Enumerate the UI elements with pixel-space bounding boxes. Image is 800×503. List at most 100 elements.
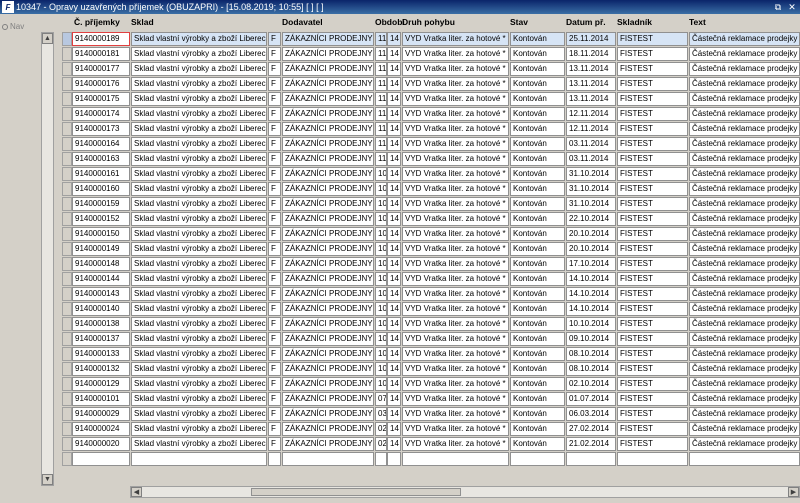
cell-supplier[interactable]: ZÁKAZNÍCI PRODEJNY xyxy=(282,287,374,301)
cell-text[interactable]: Částečná reklamace prodejky xyxy=(689,137,800,151)
vertical-scrollbar[interactable]: ▲ ▼ xyxy=(41,32,54,486)
cell-receipt-date[interactable]: 02.10.2014 xyxy=(566,377,616,391)
cell-warehouse[interactable]: Sklad vlastní výrobky a zboží Liberec xyxy=(131,137,267,151)
cell-receipt-number[interactable]: 9140000189 xyxy=(72,32,130,46)
cell-status[interactable]: Kontován xyxy=(510,272,565,286)
cell-warehouse[interactable]: Sklad vlastní výrobky a zboží Liberec xyxy=(131,167,267,181)
cell-status[interactable]: Kontován xyxy=(510,362,565,376)
cell-period-month[interactable]: 10 xyxy=(375,197,387,211)
cell-movement-type[interactable]: VYD Vratka liter. za hotové * xyxy=(402,422,509,436)
cell-storekeeper[interactable]: FISTEST xyxy=(617,392,688,406)
cell-period-year[interactable]: 14 xyxy=(387,152,401,166)
cell-status[interactable]: Kontován xyxy=(510,347,565,361)
cell-receipt-date[interactable]: 20.10.2014 xyxy=(566,227,616,241)
cell-warehouse-flag[interactable]: F xyxy=(268,47,281,61)
cell-status[interactable]: Kontován xyxy=(510,302,565,316)
cell-supplier[interactable]: ZÁKAZNÍCI PRODEJNY xyxy=(282,317,374,331)
row-selector[interactable] xyxy=(62,77,72,91)
cell-period-month[interactable]: 10 xyxy=(375,182,387,196)
cell-storekeeper[interactable]: FISTEST xyxy=(617,122,688,136)
cell-warehouse[interactable]: Sklad vlastní výrobky a zboží Liberec xyxy=(131,437,267,451)
cell-supplier[interactable]: ZÁKAZNÍCI PRODEJNY xyxy=(282,152,374,166)
close-button[interactable]: ✕ xyxy=(786,1,798,13)
cell-period-year[interactable]: 14 xyxy=(387,272,401,286)
cell-receipt-number[interactable]: 9140000164 xyxy=(72,137,130,151)
cell-movement-type[interactable]: VYD Vratka liter. za hotové * xyxy=(402,197,509,211)
table-row[interactable]: 9140000189 Sklad vlastní výrobky a zboží … xyxy=(72,32,800,47)
cell-receipt-date[interactable]: 10.10.2014 xyxy=(566,317,616,331)
cell-text[interactable]: Částečná reklamace prodejky xyxy=(689,47,800,61)
row-selector[interactable] xyxy=(62,302,72,316)
cell-status[interactable] xyxy=(510,452,565,466)
cell-movement-type[interactable]: VYD Vratka liter. za hotové * xyxy=(402,167,509,181)
cell-receipt-date[interactable]: 08.10.2014 xyxy=(566,347,616,361)
cell-status[interactable]: Kontován xyxy=(510,77,565,91)
cell-warehouse-flag[interactable]: F xyxy=(268,332,281,346)
scroll-down-button[interactable]: ▼ xyxy=(42,474,53,485)
cell-receipt-number[interactable]: 9140000132 xyxy=(72,362,130,376)
cell-status[interactable]: Kontován xyxy=(510,242,565,256)
cell-warehouse-flag[interactable]: F xyxy=(268,152,281,166)
cell-text[interactable]: Částečná reklamace prodejky xyxy=(689,287,800,301)
cell-receipt-date[interactable]: 08.10.2014 xyxy=(566,362,616,376)
cell-receipt-number[interactable]: 9140000140 xyxy=(72,302,130,316)
cell-supplier[interactable]: ZÁKAZNÍCI PRODEJNY xyxy=(282,92,374,106)
table-row[interactable]: 9140000143 Sklad vlastní výrobky a zboží … xyxy=(72,287,800,302)
row-selector[interactable] xyxy=(62,182,72,196)
cell-storekeeper[interactable]: FISTEST xyxy=(617,197,688,211)
column-header-text[interactable]: Text xyxy=(689,17,706,27)
cell-warehouse[interactable]: Sklad vlastní výrobky a zboží Liberec xyxy=(131,47,267,61)
cell-storekeeper[interactable]: FISTEST xyxy=(617,347,688,361)
table-row[interactable]: 9140000163 Sklad vlastní výrobky a zboží … xyxy=(72,152,800,167)
table-row[interactable]: 9140000149 Sklad vlastní výrobky a zboží … xyxy=(72,242,800,257)
cell-warehouse[interactable]: Sklad vlastní výrobky a zboží Liberec xyxy=(131,302,267,316)
cell-movement-type[interactable]: VYD Vratka liter. za hotové * xyxy=(402,92,509,106)
cell-text[interactable]: Částečná reklamace prodejky xyxy=(689,227,800,241)
cell-period-month[interactable]: 11 xyxy=(375,47,387,61)
row-selector[interactable] xyxy=(62,47,72,61)
table-row[interactable]: 9140000133 Sklad vlastní výrobky a zboží … xyxy=(72,347,800,362)
cell-supplier[interactable]: ZÁKAZNÍCI PRODEJNY xyxy=(282,32,374,46)
cell-receipt-date[interactable]: 25.11.2014 xyxy=(566,32,616,46)
cell-warehouse[interactable]: Sklad vlastní výrobky a zboží Liberec xyxy=(131,287,267,301)
cell-warehouse-flag[interactable]: F xyxy=(268,437,281,451)
cell-receipt-date[interactable]: 12.11.2014 xyxy=(566,107,616,121)
table-row[interactable]: 9140000137 Sklad vlastní výrobky a zboží … xyxy=(72,332,800,347)
cell-text[interactable]: Částečná reklamace prodejky xyxy=(689,317,800,331)
table-row[interactable]: 9140000161 Sklad vlastní výrobky a zboží … xyxy=(72,167,800,182)
cell-period-year[interactable]: 14 xyxy=(387,362,401,376)
cell-period-month[interactable] xyxy=(375,452,387,466)
cell-supplier[interactable]: ZÁKAZNÍCI PRODEJNY xyxy=(282,377,374,391)
cell-storekeeper[interactable]: FISTEST xyxy=(617,92,688,106)
cell-text[interactable]: Částečná reklamace prodejky xyxy=(689,242,800,256)
cell-text[interactable]: Částečná reklamace prodejky xyxy=(689,197,800,211)
cell-movement-type[interactable]: VYD Vratka liter. za hotové * xyxy=(402,137,509,151)
cell-movement-type[interactable]: VYD Vratka liter. za hotové * xyxy=(402,122,509,136)
cell-movement-type[interactable] xyxy=(402,452,509,466)
row-selector[interactable] xyxy=(62,347,72,361)
cell-warehouse[interactable]: Sklad vlastní výrobky a zboží Liberec xyxy=(131,317,267,331)
cell-storekeeper[interactable]: FISTEST xyxy=(617,47,688,61)
cell-warehouse[interactable]: Sklad vlastní výrobky a zboží Liberec xyxy=(131,197,267,211)
cell-receipt-number[interactable]: 9140000174 xyxy=(72,107,130,121)
cell-receipt-date[interactable]: 03.11.2014 xyxy=(566,152,616,166)
cell-period-year[interactable]: 14 xyxy=(387,437,401,451)
cell-warehouse[interactable]: Sklad vlastní výrobky a zboží Liberec xyxy=(131,392,267,406)
cell-receipt-date[interactable]: 27.02.2014 xyxy=(566,422,616,436)
cell-text[interactable]: Částečná reklamace prodejky xyxy=(689,362,800,376)
cell-warehouse-flag[interactable]: F xyxy=(268,122,281,136)
cell-text[interactable]: Částečná reklamace prodejky xyxy=(689,92,800,106)
cell-movement-type[interactable]: VYD Vratka liter. za hotové * xyxy=(402,152,509,166)
cell-warehouse[interactable]: Sklad vlastní výrobky a zboží Liberec xyxy=(131,347,267,361)
row-selector[interactable] xyxy=(62,407,72,421)
cell-receipt-date[interactable]: 01.07.2014 xyxy=(566,392,616,406)
row-selector[interactable] xyxy=(62,122,72,136)
cell-period-year[interactable]: 14 xyxy=(387,107,401,121)
cell-receipt-number[interactable]: 9140000152 xyxy=(72,212,130,226)
cell-text[interactable]: Částečná reklamace prodejky xyxy=(689,347,800,361)
cell-text[interactable]: Částečná reklamace prodejky xyxy=(689,332,800,346)
cell-supplier[interactable]: ZÁKAZNÍCI PRODEJNY xyxy=(282,212,374,226)
cell-warehouse[interactable]: Sklad vlastní výrobky a zboží Liberec xyxy=(131,92,267,106)
cell-movement-type[interactable]: VYD Vratka liter. za hotové * xyxy=(402,302,509,316)
table-row[interactable]: 9140000160 Sklad vlastní výrobky a zboží … xyxy=(72,182,800,197)
